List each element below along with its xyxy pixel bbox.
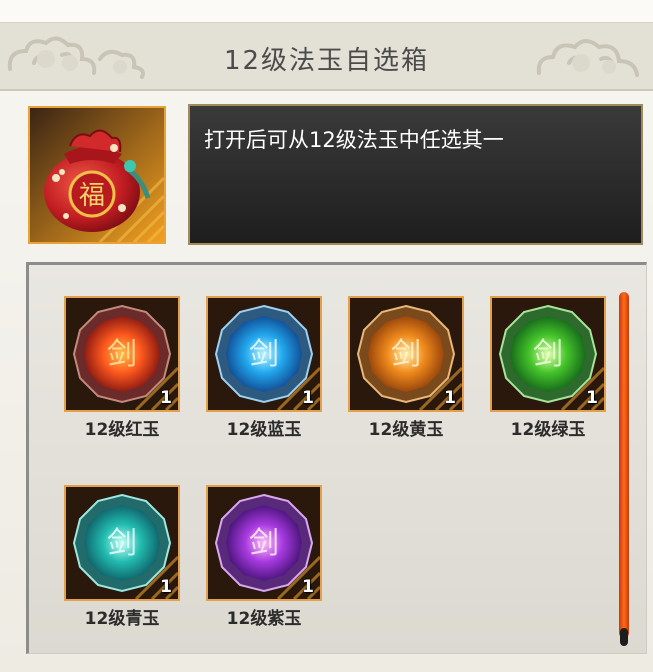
item-count: 1 bbox=[160, 577, 172, 597]
gem-slot-red[interactable]: 剑 1 12级红玉 bbox=[64, 296, 180, 444]
gem-slot-blue[interactable]: 剑 1 12级蓝玉 bbox=[206, 296, 322, 444]
top-strip bbox=[0, 0, 653, 22]
gem-label: 12级青玉 bbox=[84, 609, 160, 629]
red-jade-icon: 剑 1 bbox=[64, 296, 180, 412]
item-count: 1 bbox=[302, 577, 314, 597]
gem-slot-purple[interactable]: 剑 1 12级紫玉 bbox=[206, 485, 322, 633]
scrollbar-thumb[interactable] bbox=[619, 292, 629, 638]
item-count: 1 bbox=[586, 388, 598, 408]
scrollbar[interactable] bbox=[619, 292, 629, 647]
gem-slot-yellow[interactable]: 剑 1 12级黄玉 bbox=[348, 296, 464, 444]
green-jade-icon: 剑 1 bbox=[490, 296, 606, 412]
svg-text:剑: 剑 bbox=[107, 526, 137, 561]
gem-slot-green[interactable]: 剑 1 12级绿玉 bbox=[490, 296, 606, 444]
item-count: 1 bbox=[160, 388, 172, 408]
item-count: 1 bbox=[302, 388, 314, 408]
title-bar: 12级法玉自选箱 bbox=[0, 22, 653, 91]
gem-label: 12级红玉 bbox=[84, 420, 160, 440]
chest-selection-dialog: 12级法玉自选箱 福 打开后可从12级法玉中任选其一 剑 1 12级红玉 剑 1… bbox=[0, 0, 653, 672]
svg-text:剑: 剑 bbox=[107, 337, 137, 372]
gem-label: 12级绿玉 bbox=[510, 420, 586, 440]
gem-slot-cyan[interactable]: 剑 1 12级青玉 bbox=[64, 485, 180, 633]
svg-text:剑: 剑 bbox=[533, 337, 563, 372]
svg-text:剑: 剑 bbox=[249, 337, 279, 372]
lucky-bag-icon: 福 bbox=[28, 106, 166, 244]
svg-text:剑: 剑 bbox=[249, 526, 279, 561]
cloud-ornament-icon bbox=[536, 39, 639, 77]
gem-label: 12级紫玉 bbox=[226, 609, 302, 629]
gem-label: 12级黄玉 bbox=[368, 420, 444, 440]
blue-jade-icon: 剑 1 bbox=[206, 296, 322, 412]
purple-jade-icon: 剑 1 bbox=[206, 485, 322, 601]
svg-text:福: 福 bbox=[79, 181, 105, 211]
item-count: 1 bbox=[444, 388, 456, 408]
yellow-jade-icon: 剑 1 bbox=[348, 296, 464, 412]
description-panel: 打开后可从12级法玉中任选其一 bbox=[188, 104, 643, 245]
gem-label: 12级蓝玉 bbox=[226, 420, 302, 440]
svg-text:剑: 剑 bbox=[391, 337, 421, 372]
cyan-jade-icon: 剑 1 bbox=[64, 485, 180, 601]
item-description: 打开后可从12级法玉中任选其一 bbox=[204, 128, 504, 152]
scrollbar-end-cap bbox=[620, 628, 628, 646]
